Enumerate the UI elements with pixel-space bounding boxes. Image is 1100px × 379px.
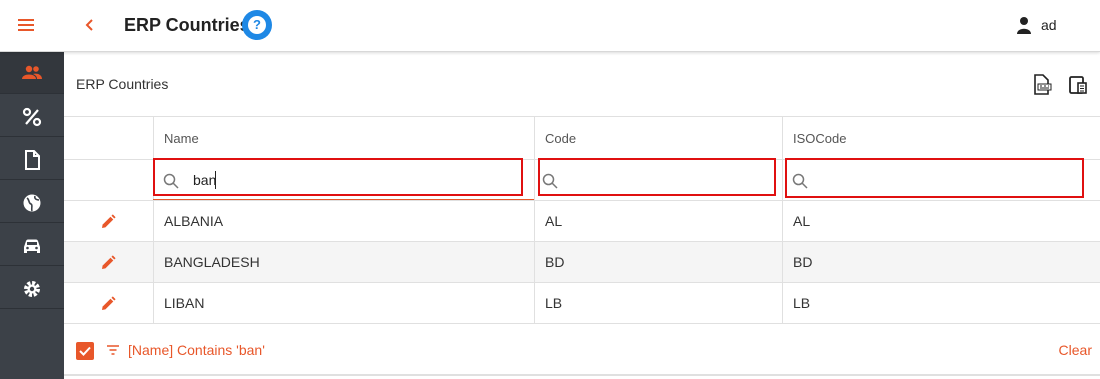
highlight-box	[153, 158, 523, 196]
user-icon	[1017, 17, 1031, 34]
sidebar-item-car[interactable]	[0, 224, 64, 266]
sidebar-item-percent[interactable]	[0, 95, 64, 137]
column-chooser-button[interactable]	[1068, 74, 1090, 96]
filter-expression[interactable]: [Name] Contains 'ban'	[128, 342, 265, 358]
sidebar-item-settings[interactable]	[0, 267, 64, 309]
top-bar: ERP Countries ? ad	[0, 0, 1100, 52]
cell-code: AL	[545, 213, 563, 229]
help-icon: ?	[248, 16, 266, 34]
sidebar-item-globe[interactable]	[0, 181, 64, 223]
clear-filter-button[interactable]: Clear	[1059, 342, 1092, 358]
grid-header-row: Name Code ISOCode	[64, 116, 1100, 160]
filter-panel: [Name] Contains 'ban' Clear	[64, 324, 1100, 376]
pencil-icon[interactable]	[100, 214, 116, 230]
table-row[interactable]: LIBAN LB LB	[64, 283, 1100, 324]
cell-name: ALBANIA	[164, 213, 224, 229]
check-icon	[79, 346, 91, 356]
pencil-icon[interactable]	[100, 255, 116, 271]
chevron-left-icon	[85, 19, 93, 31]
cell-code: LB	[545, 295, 563, 311]
highlight-box	[785, 158, 1084, 198]
sidebar-item-people[interactable]	[0, 52, 64, 94]
column-header-code[interactable]: Code	[534, 117, 782, 159]
cell-isocode: LB	[793, 295, 811, 311]
export-icon	[1034, 74, 1052, 95]
help-button[interactable]: ?	[242, 10, 272, 40]
user-name: ad	[1041, 17, 1057, 33]
sidebar	[0, 52, 64, 379]
column-header-isocode[interactable]: ISOCode	[782, 117, 1100, 159]
gear-icon	[24, 281, 40, 297]
filter-icon[interactable]	[106, 344, 120, 356]
highlight-box	[538, 158, 776, 196]
cell-name: BANGLADESH	[164, 254, 260, 270]
cell-isocode: AL	[793, 213, 811, 229]
grid-filter-row: ban	[64, 158, 1100, 201]
column-header-name[interactable]: Name	[153, 117, 534, 159]
globe-icon	[23, 194, 41, 212]
filter-enabled-checkbox[interactable]	[76, 342, 94, 360]
page-title: ERP Countries	[124, 15, 250, 35]
cell-isocode: BD	[793, 254, 813, 270]
table-row[interactable]: ALBANIA AL AL	[64, 201, 1100, 242]
cell-name: LIBAN	[164, 295, 205, 311]
document-icon	[25, 150, 40, 170]
sidebar-item-documents[interactable]	[0, 138, 64, 180]
car-icon	[24, 239, 40, 253]
export-button[interactable]	[1032, 74, 1054, 96]
column-chooser-icon	[1069, 76, 1087, 94]
table-row[interactable]: BANGLADESH BD BD	[64, 242, 1100, 283]
cell-code: BD	[545, 254, 565, 270]
people-icon	[22, 65, 42, 79]
pencil-icon[interactable]	[100, 296, 116, 312]
menu-icon[interactable]	[18, 17, 36, 33]
panel-title: ERP Countries	[76, 76, 169, 92]
percent-icon	[22, 107, 42, 127]
back-button[interactable]	[80, 14, 100, 36]
